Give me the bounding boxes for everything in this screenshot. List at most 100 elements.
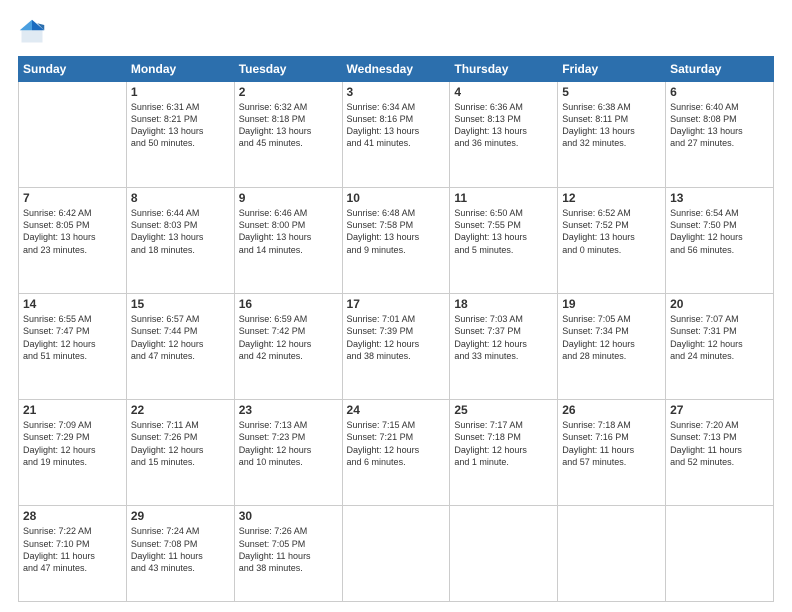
day-info: Sunrise: 6:44 AM Sunset: 8:03 PM Dayligh… — [131, 207, 230, 256]
calendar-cell — [342, 506, 450, 602]
day-number: 15 — [131, 297, 230, 311]
calendar-cell: 17 Sunrise: 7:01 AM Sunset: 7:39 PM Dayli… — [342, 294, 450, 400]
day-info: Sunrise: 7:07 AM Sunset: 7:31 PM Dayligh… — [670, 313, 769, 362]
logo — [18, 18, 50, 46]
day-number: 6 — [670, 85, 769, 99]
calendar-cell: 28Sunrise: 7:22 AM Sunset: 7:10 PM Dayli… — [19, 506, 127, 602]
calendar-cell: 12 Sunrise: 6:52 AM Sunset: 7:52 PM Dayli… — [558, 188, 666, 294]
weekday-header-monday: Monday — [126, 57, 234, 82]
calendar-cell: 25 Sunrise: 7:17 AM Sunset: 7:18 PM Dayli… — [450, 400, 558, 506]
day-info: Sunrise: 6:46 AM Sunset: 8:00 PM Dayligh… — [239, 207, 338, 256]
calendar-week-1: 7 Sunrise: 6:42 AM Sunset: 8:05 PM Daylig… — [19, 188, 774, 294]
day-info: Sunrise: 6:40 AM Sunset: 8:08 PM Dayligh… — [670, 101, 769, 150]
calendar-cell: 1 Sunrise: 6:31 AM Sunset: 8:21 PM Daylig… — [126, 82, 234, 188]
day-number: 22 — [131, 403, 230, 417]
calendar-cell: 15 Sunrise: 6:57 AM Sunset: 7:44 PM Dayli… — [126, 294, 234, 400]
calendar-week-2: 14 Sunrise: 6:55 AM Sunset: 7:47 PM Dayli… — [19, 294, 774, 400]
calendar-cell: 20 Sunrise: 7:07 AM Sunset: 7:31 PM Dayli… — [666, 294, 774, 400]
logo-icon — [18, 18, 46, 46]
day-info: Sunrise: 7:13 AM Sunset: 7:23 PM Dayligh… — [239, 419, 338, 468]
day-info: Sunrise: 6:50 AM Sunset: 7:55 PM Dayligh… — [454, 207, 553, 256]
day-number: 10 — [347, 191, 446, 205]
calendar-cell: 23 Sunrise: 7:13 AM Sunset: 7:23 PM Dayli… — [234, 400, 342, 506]
day-info: Sunrise: 6:52 AM Sunset: 7:52 PM Dayligh… — [562, 207, 661, 256]
calendar-cell: 22 Sunrise: 7:11 AM Sunset: 7:26 PM Dayli… — [126, 400, 234, 506]
day-info: Sunrise: 7:11 AM Sunset: 7:26 PM Dayligh… — [131, 419, 230, 468]
day-info: Sunrise: 7:20 AM Sunset: 7:13 PM Dayligh… — [670, 419, 769, 468]
day-number: 1 — [131, 85, 230, 99]
day-info: Sunrise: 7:22 AM Sunset: 7:10 PM Dayligh… — [23, 525, 122, 574]
day-info: Sunrise: 6:55 AM Sunset: 7:47 PM Dayligh… — [23, 313, 122, 362]
day-info: Sunrise: 6:54 AM Sunset: 7:50 PM Dayligh… — [670, 207, 769, 256]
calendar-week-0: 1 Sunrise: 6:31 AM Sunset: 8:21 PM Daylig… — [19, 82, 774, 188]
calendar-week-3: 21 Sunrise: 7:09 AM Sunset: 7:29 PM Dayli… — [19, 400, 774, 506]
day-number: 26 — [562, 403, 661, 417]
day-info: Sunrise: 6:42 AM Sunset: 8:05 PM Dayligh… — [23, 207, 122, 256]
day-info: Sunrise: 6:31 AM Sunset: 8:21 PM Dayligh… — [131, 101, 230, 150]
day-number: 7 — [23, 191, 122, 205]
weekday-header-friday: Friday — [558, 57, 666, 82]
weekday-header-tuesday: Tuesday — [234, 57, 342, 82]
calendar-cell — [19, 82, 127, 188]
calendar-cell — [450, 506, 558, 602]
day-info: Sunrise: 6:57 AM Sunset: 7:44 PM Dayligh… — [131, 313, 230, 362]
day-number: 19 — [562, 297, 661, 311]
day-info: Sunrise: 7:24 AM Sunset: 7:08 PM Dayligh… — [131, 525, 230, 574]
calendar-cell: 27 Sunrise: 7:20 AM Sunset: 7:13 PM Dayli… — [666, 400, 774, 506]
day-number: 30 — [239, 509, 338, 523]
calendar-cell: 19 Sunrise: 7:05 AM Sunset: 7:34 PM Dayli… — [558, 294, 666, 400]
calendar-cell: 18 Sunrise: 7:03 AM Sunset: 7:37 PM Dayli… — [450, 294, 558, 400]
day-info: Sunrise: 7:17 AM Sunset: 7:18 PM Dayligh… — [454, 419, 553, 468]
day-info: Sunrise: 6:59 AM Sunset: 7:42 PM Dayligh… — [239, 313, 338, 362]
calendar-cell: 14 Sunrise: 6:55 AM Sunset: 7:47 PM Dayli… — [19, 294, 127, 400]
day-info: Sunrise: 7:09 AM Sunset: 7:29 PM Dayligh… — [23, 419, 122, 468]
day-number: 12 — [562, 191, 661, 205]
day-number: 8 — [131, 191, 230, 205]
calendar-cell: 10 Sunrise: 6:48 AM Sunset: 7:58 PM Dayli… — [342, 188, 450, 294]
day-info: Sunrise: 7:01 AM Sunset: 7:39 PM Dayligh… — [347, 313, 446, 362]
day-number: 24 — [347, 403, 446, 417]
weekday-header-wednesday: Wednesday — [342, 57, 450, 82]
calendar-cell: 5Sunrise: 6:38 AM Sunset: 8:11 PM Daylig… — [558, 82, 666, 188]
calendar-cell — [666, 506, 774, 602]
day-info: Sunrise: 7:15 AM Sunset: 7:21 PM Dayligh… — [347, 419, 446, 468]
day-number: 18 — [454, 297, 553, 311]
day-number: 27 — [670, 403, 769, 417]
day-info: Sunrise: 6:36 AM Sunset: 8:13 PM Dayligh… — [454, 101, 553, 150]
weekday-header-thursday: Thursday — [450, 57, 558, 82]
day-number: 21 — [23, 403, 122, 417]
day-number: 13 — [670, 191, 769, 205]
day-number: 3 — [347, 85, 446, 99]
day-number: 2 — [239, 85, 338, 99]
calendar-cell: 16 Sunrise: 6:59 AM Sunset: 7:42 PM Dayli… — [234, 294, 342, 400]
calendar-cell: 9 Sunrise: 6:46 AM Sunset: 8:00 PM Daylig… — [234, 188, 342, 294]
day-info: Sunrise: 7:18 AM Sunset: 7:16 PM Dayligh… — [562, 419, 661, 468]
calendar-cell: 11Sunrise: 6:50 AM Sunset: 7:55 PM Dayli… — [450, 188, 558, 294]
calendar-cell: 21 Sunrise: 7:09 AM Sunset: 7:29 PM Dayli… — [19, 400, 127, 506]
calendar-week-4: 28Sunrise: 7:22 AM Sunset: 7:10 PM Dayli… — [19, 506, 774, 602]
day-number: 16 — [239, 297, 338, 311]
day-info: Sunrise: 6:32 AM Sunset: 8:18 PM Dayligh… — [239, 101, 338, 150]
weekday-header-row: SundayMondayTuesdayWednesdayThursdayFrid… — [19, 57, 774, 82]
calendar-cell — [558, 506, 666, 602]
calendar-cell: 13 Sunrise: 6:54 AM Sunset: 7:50 PM Dayli… — [666, 188, 774, 294]
day-info: Sunrise: 6:48 AM Sunset: 7:58 PM Dayligh… — [347, 207, 446, 256]
day-number: 20 — [670, 297, 769, 311]
weekday-header-sunday: Sunday — [19, 57, 127, 82]
day-number: 9 — [239, 191, 338, 205]
calendar-table: SundayMondayTuesdayWednesdayThursdayFrid… — [18, 56, 774, 602]
day-number: 14 — [23, 297, 122, 311]
calendar-cell: 4Sunrise: 6:36 AM Sunset: 8:13 PM Daylig… — [450, 82, 558, 188]
day-number: 29 — [131, 509, 230, 523]
calendar-cell: 3Sunrise: 6:34 AM Sunset: 8:16 PM Daylig… — [342, 82, 450, 188]
day-number: 17 — [347, 297, 446, 311]
calendar-cell: 7 Sunrise: 6:42 AM Sunset: 8:05 PM Daylig… — [19, 188, 127, 294]
day-info: Sunrise: 6:38 AM Sunset: 8:11 PM Dayligh… — [562, 101, 661, 150]
day-number: 23 — [239, 403, 338, 417]
calendar-cell: 30Sunrise: 7:26 AM Sunset: 7:05 PM Dayli… — [234, 506, 342, 602]
day-info: Sunrise: 7:03 AM Sunset: 7:37 PM Dayligh… — [454, 313, 553, 362]
day-number: 25 — [454, 403, 553, 417]
calendar-cell: 26 Sunrise: 7:18 AM Sunset: 7:16 PM Dayli… — [558, 400, 666, 506]
day-info: Sunrise: 7:05 AM Sunset: 7:34 PM Dayligh… — [562, 313, 661, 362]
calendar-cell: 24 Sunrise: 7:15 AM Sunset: 7:21 PM Dayli… — [342, 400, 450, 506]
